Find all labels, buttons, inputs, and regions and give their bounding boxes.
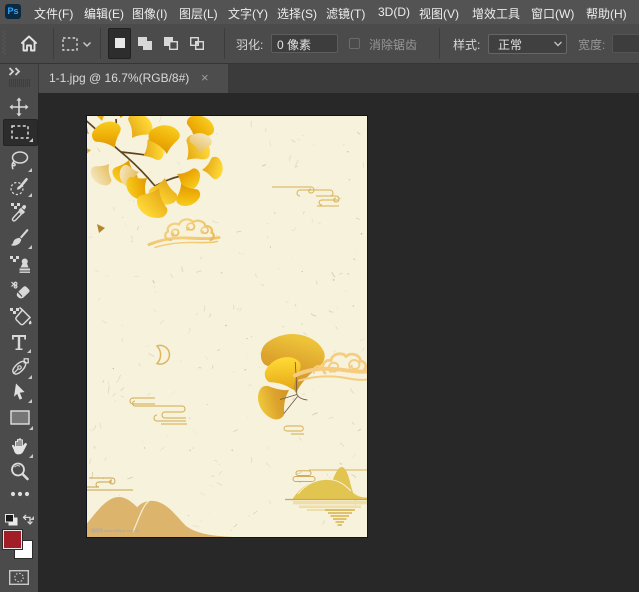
svg-text:摄图网 www.699pic.com ◎: 摄图网 www.699pic.com ◎ [91, 527, 139, 533]
